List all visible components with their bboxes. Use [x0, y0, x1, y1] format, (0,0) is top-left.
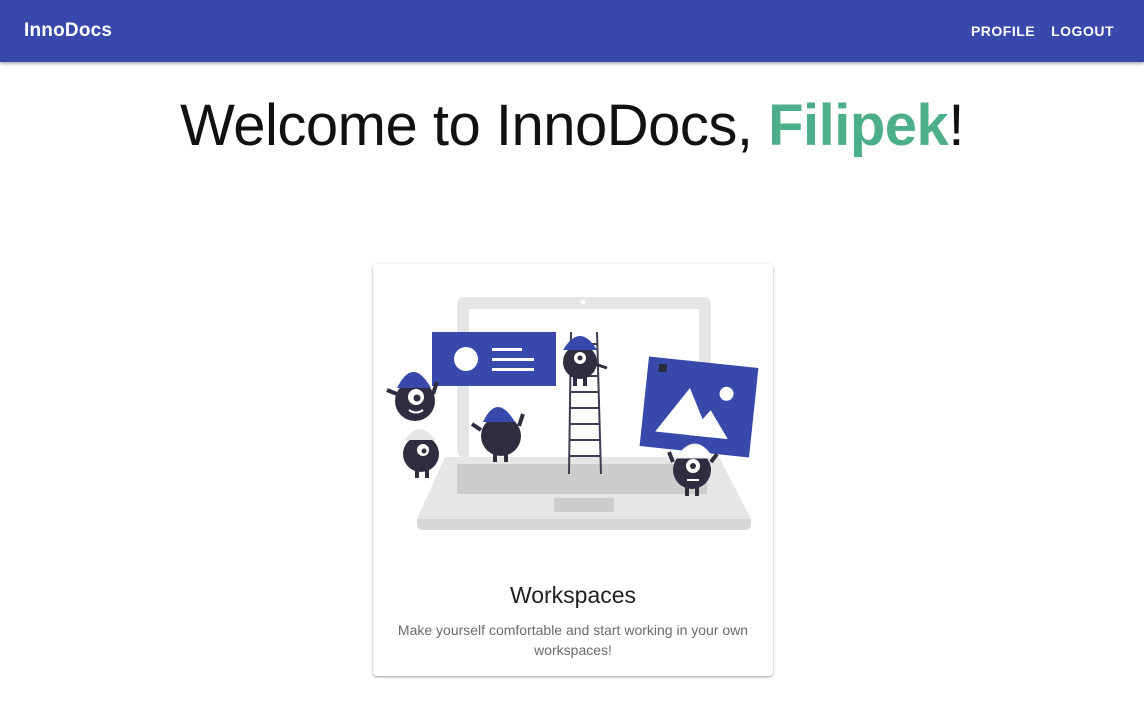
monster-bottom-left — [403, 429, 439, 478]
workspaces-card[interactable]: Workspaces Make yourself comfortable and… — [373, 264, 773, 676]
profile-card-line — [492, 358, 534, 361]
profile-card-line — [492, 368, 534, 371]
welcome-suffix: ! — [948, 93, 964, 158]
laptop-keyboard — [457, 464, 707, 494]
card-description: Make yourself comfortable and start work… — [397, 622, 749, 658]
laptop-base-edge — [417, 519, 751, 530]
welcome-heading: Welcome to InnoDocs, Filipek! — [0, 92, 1144, 159]
welcome-prefix: Welcome to InnoDocs, — [180, 93, 769, 158]
user-name: Filipek — [768, 93, 949, 158]
image-card — [639, 356, 759, 458]
profile-card-avatar — [454, 347, 478, 371]
app-bar: InnoDocs PROFILE LOGOUT — [0, 0, 1144, 62]
profile-button[interactable]: PROFILE — [963, 17, 1043, 45]
logout-button[interactable]: LOGOUT — [1043, 17, 1122, 45]
monster-top-left — [386, 372, 439, 421]
profile-card-line — [492, 348, 522, 351]
app-brand[interactable]: InnoDocs — [24, 20, 112, 42]
workspaces-illustration — [386, 297, 759, 530]
laptop-camera — [580, 299, 586, 305]
laptop-trackpad — [554, 498, 614, 512]
card-title: Workspaces — [509, 582, 637, 608]
